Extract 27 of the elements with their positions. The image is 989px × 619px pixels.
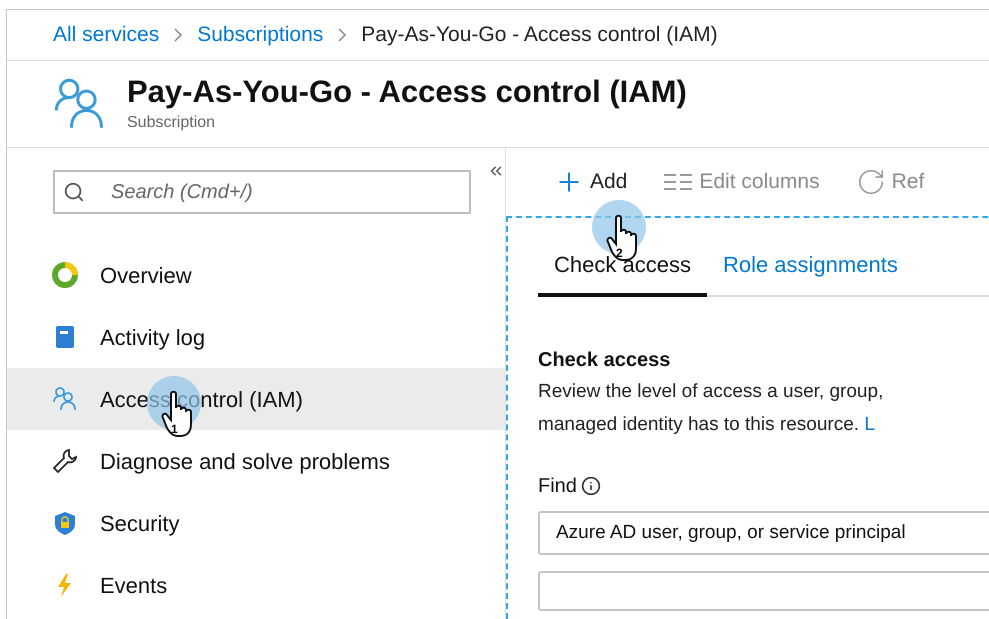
search-field[interactable]: Search (Cmd+/) bbox=[53, 170, 471, 214]
breadcrumb-current: Pay-As-You-Go - Access control (IAM) bbox=[361, 22, 718, 48]
info-icon bbox=[580, 476, 601, 496]
people-icon bbox=[52, 386, 78, 412]
section-heading: Check access bbox=[538, 348, 672, 373]
field-label: Find bbox=[538, 474, 577, 499]
sidebar-item[interactable]: Events bbox=[7, 554, 505, 616]
tab[interactable]: Role assignments bbox=[706, 248, 914, 297]
shield-lock-icon bbox=[52, 510, 78, 536]
section-description: Review the level of access a user, group, managed identity has to this resource. L bbox=[538, 380, 884, 437]
breadcrumb-link[interactable]: All services bbox=[53, 19, 160, 51]
sidebar-item[interactable]: Security bbox=[7, 492, 505, 554]
gauge-icon bbox=[52, 262, 78, 288]
input-field[interactable] bbox=[538, 571, 989, 611]
toolbar-button[interactable]: Add bbox=[554, 166, 628, 198]
page-title: Pay-As-You-Go - Access control (IAM) bbox=[127, 73, 687, 111]
sidebar-item[interactable]: Overview bbox=[7, 244, 505, 306]
wrench-icon bbox=[52, 448, 78, 474]
page-subtitle: Subscription bbox=[127, 113, 216, 133]
chevron-icon bbox=[337, 27, 348, 43]
chevron-icon bbox=[173, 27, 184, 43]
find-dropdown[interactable]: Azure AD user, group, or service principal bbox=[538, 511, 989, 555]
columns-icon bbox=[663, 172, 694, 192]
learn-more-link[interactable]: L bbox=[864, 414, 875, 435]
breadcrumb-link[interactable]: Subscriptions bbox=[197, 19, 324, 51]
sidebar-item[interactable]: Activity log bbox=[7, 306, 505, 368]
search-icon bbox=[63, 181, 85, 203]
